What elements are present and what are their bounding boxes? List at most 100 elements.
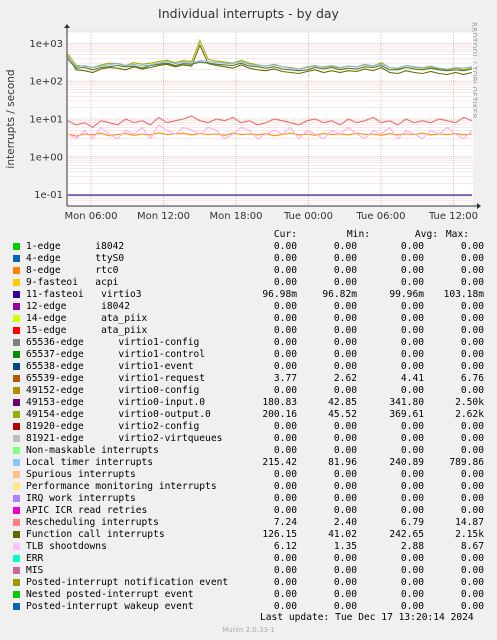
legend-row: Non-maskable interrupts 0.00 0.00 0.00 0.00: [0, 445, 497, 457]
legend-swatch: [13, 255, 20, 262]
legend-max-value: 0.00: [460, 385, 484, 396]
header-max: Max:: [445, 229, 469, 240]
legend-swatch: [13, 363, 20, 370]
legend-min-value: 0.00: [333, 241, 357, 252]
legend-label: 15-edge ata_piix: [26, 325, 148, 336]
legend-min-value: 0.00: [333, 325, 357, 336]
legend-label: 49154-edge virtio0-output.0: [26, 409, 211, 420]
legend-swatch: [13, 567, 20, 574]
legend-swatch: [13, 315, 20, 322]
legend-label: 11-fasteoi virtio3: [26, 289, 142, 300]
last-update: Last update: Tue Dec 17 13:20:14 2024: [260, 612, 474, 623]
legend-max-value: 0.00: [460, 253, 484, 264]
legend-min-value: 0.00: [333, 253, 357, 264]
legend-max-value: 0.00: [460, 445, 484, 456]
legend-min-value: 0.00: [333, 505, 357, 516]
legend-label: ERR: [26, 553, 44, 564]
legend-label: 81921-edge virtio2-virtqueues: [26, 433, 223, 444]
legend-label: Posted-interrupt wakeup event: [26, 601, 194, 612]
legend-max-value: 6.76: [460, 373, 484, 384]
legend-min-value: 0.00: [333, 589, 357, 600]
legend-min-value: 1.35: [333, 541, 357, 552]
legend-label: 12-edge i8042: [26, 301, 130, 312]
legend-label: Nested posted-interrupt event: [26, 589, 194, 600]
legend-row: TLB shootdowns 6.12 1.35 2.88 8.67: [0, 541, 497, 553]
legend-swatch: [13, 267, 20, 274]
legend-min-value: 96.82m: [322, 289, 357, 300]
legend-min-value: 81.96: [328, 457, 357, 468]
legend-swatch: [13, 411, 20, 418]
legend-label: 65539-edge virtio1-request: [26, 373, 206, 384]
legend-max-value: 103.18m: [443, 289, 484, 300]
legend-label: 4-edge ttyS0: [26, 253, 125, 264]
legend-min-value: 0.00: [333, 577, 357, 588]
legend-min-value: 0.00: [333, 481, 357, 492]
legend-swatch: [13, 303, 20, 310]
legend-max-value: 0.00: [460, 493, 484, 504]
legend-row: 15-edge ata_piix 0.00 0.00 0.00 0.00: [0, 325, 497, 337]
legend-swatch: [13, 399, 20, 406]
legend-swatch: [13, 375, 20, 382]
legend-swatch: [13, 519, 20, 526]
legend-label: TLB shootdowns: [26, 541, 107, 552]
legend-row: Nested posted-interrupt event 0.00 0.00 0.0…: [0, 589, 497, 601]
legend-swatch: [13, 339, 20, 346]
legend-row: 49153-edge virtio0-input.0 180.83 42.85 341…: [0, 397, 497, 409]
legend-row: 81920-edge virtio2-config 0.00 0.00 0.00 0.0…: [0, 421, 497, 433]
legend-row: 65539-edge virtio1-request 3.77 2.62 4.41 6.…: [0, 373, 497, 385]
legend-swatch: [13, 447, 20, 454]
legend-max-value: 0.00: [460, 553, 484, 564]
legend-label: Spurious interrupts: [26, 469, 136, 480]
legend-max-value: 0.00: [460, 313, 484, 324]
legend-min-value: 0.00: [333, 337, 357, 348]
legend-swatch: [13, 543, 20, 550]
legend-row: APIC ICR read retries 0.00 0.00 0.00 0.00: [0, 505, 497, 517]
legend-min-value: 2.40: [333, 517, 357, 528]
legend-row: 65536-edge virtio1-config 0.00 0.00 0.00 0.0…: [0, 337, 497, 349]
legend-max-value: 2.62k: [455, 409, 484, 420]
legend-max-value: 14.87: [455, 517, 484, 528]
legend-swatch: [13, 471, 20, 478]
legend-min-value: 0.00: [333, 361, 357, 372]
legend-row: Rescheduling interrupts 7.24 2.40 6.79 14.87: [0, 517, 497, 529]
legend-min-value: 0.00: [333, 493, 357, 504]
legend-label: 9-fasteoi acpi: [26, 277, 119, 288]
legend-label: 1-edge i8042: [26, 241, 125, 252]
legend-max-value: 2.15k: [455, 529, 484, 540]
legend-swatch: [13, 387, 20, 394]
legend-row: Performance monitoring interrupts 0.00 0.0…: [0, 481, 497, 493]
legend-min-value: 0.00: [333, 301, 357, 312]
legend-label: 65536-edge virtio1-config: [26, 337, 200, 348]
legend-min-value: 0.00: [333, 433, 357, 444]
legend-min-value: 2.62: [333, 373, 357, 384]
legend-min-value: 42.85: [328, 397, 357, 408]
legend-label: 49153-edge virtio0-input.0: [26, 397, 206, 408]
legend-row: 65537-edge virtio1-control 0.00 0.00 0.00 0.…: [0, 349, 497, 361]
legend-max-value: 0.00: [460, 481, 484, 492]
legend-max-value: 0.00: [460, 565, 484, 576]
legend-max-value: 0.00: [460, 265, 484, 276]
legend-label: APIC ICR read retries: [26, 505, 148, 516]
legend-max-value: 0.00: [460, 505, 484, 516]
legend-max-value: 0.00: [460, 361, 484, 372]
legend-label: Function call interrupts: [26, 529, 165, 540]
legend-row: 9-fasteoi acpi 0.00 0.00 0.00 0.00: [0, 277, 497, 289]
legend-row: 81921-edge virtio2-virtqueues 0.00 0.00 0.0…: [0, 433, 497, 445]
legend-row: 49154-edge virtio0-output.0 200.16 45.52 36…: [0, 409, 497, 421]
legend-row: Posted-interrupt notification event 0.00 0…: [0, 577, 497, 589]
legend-swatch: [13, 555, 20, 562]
legend-row: 65538-edge virtio1-event 0.00 0.00 0.00 0.00: [0, 361, 497, 373]
legend-max-value: 0.00: [460, 337, 484, 348]
legend-row: Local timer interrupts 215.42 81.96 240.89 7…: [0, 457, 497, 469]
header-cur: Cur:: [273, 229, 297, 240]
legend-max-value: 0.00: [460, 301, 484, 312]
header-min: Min:: [346, 229, 370, 240]
legend-min-value: 0.00: [333, 421, 357, 432]
legend-max-value: 8.67: [460, 541, 484, 552]
legend-label: IRQ work interrupts: [26, 493, 136, 504]
legend-max-value: 0.00: [460, 325, 484, 336]
legend-min-value: 0.00: [333, 469, 357, 480]
legend-swatch: [13, 483, 20, 490]
legend-row: 1-edge i8042 0.00 0.00 0.00 0.00: [0, 241, 497, 253]
legend-swatch: [13, 291, 20, 298]
